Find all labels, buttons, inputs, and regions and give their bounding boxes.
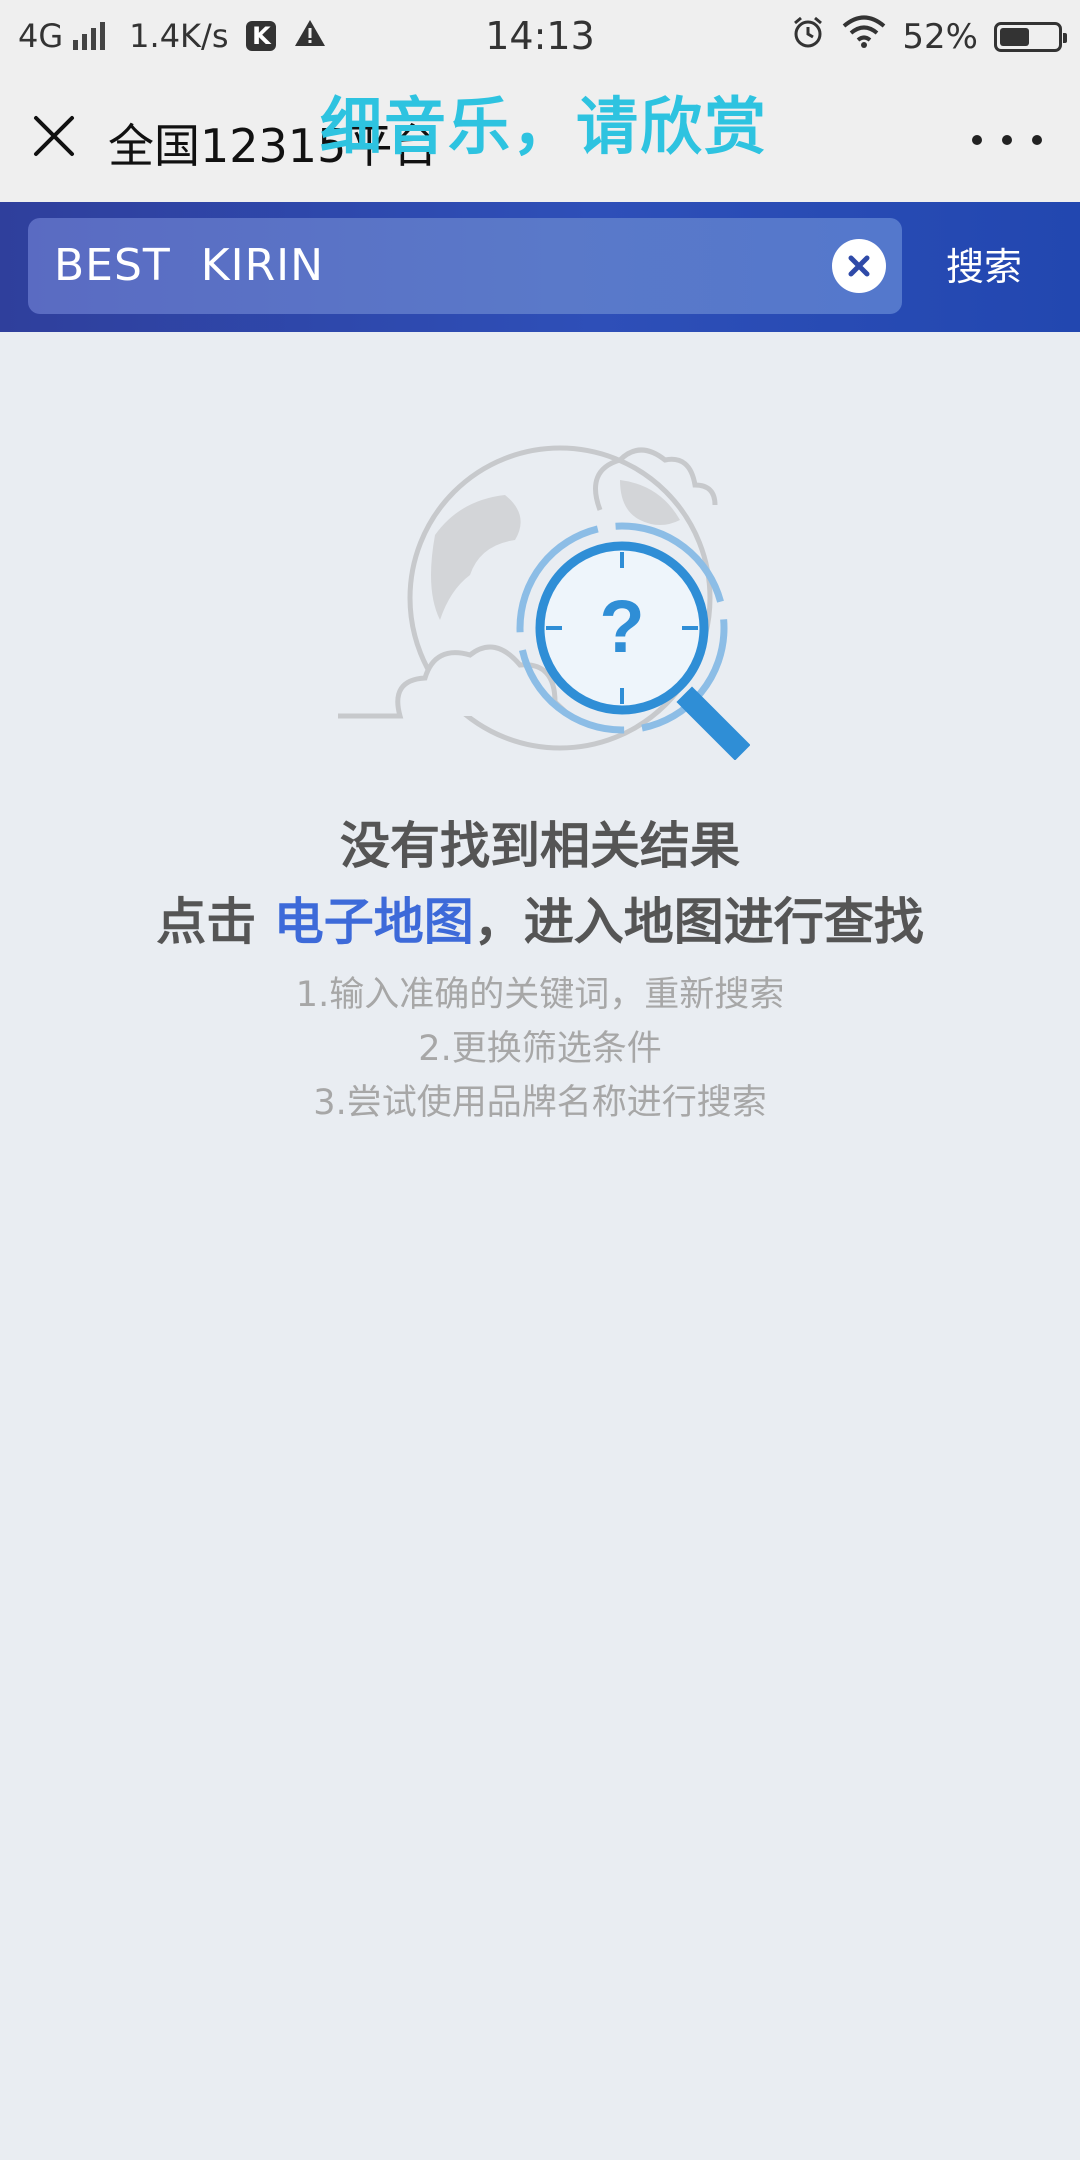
svg-text:?: ? <box>599 585 644 668</box>
empty-cta: 点击 电子地图，进入地图进行查找 <box>0 882 1080 954</box>
title-bar: 全国12315平台 细音乐，请欣赏 <box>0 72 1080 202</box>
status-right: 52% <box>790 14 1067 59</box>
search-button[interactable]: 搜索 <box>946 236 1022 291</box>
search-input[interactable]: BEST KIRIN <box>28 218 902 314</box>
search-header: BEST KIRIN 搜索 <box>0 202 1080 332</box>
status-bar: 4G 1.4K/s K 14:13 52% <box>0 0 1080 72</box>
alarm-icon <box>790 14 826 59</box>
tip-item: 1.输入准确的关键词，重新搜索 <box>295 975 785 1015</box>
battery-fill <box>1000 27 1030 46</box>
map-link[interactable]: 电子地图 <box>274 893 474 951</box>
empty-title: 没有找到相关结果 <box>340 817 740 875</box>
clear-icon[interactable] <box>832 239 886 293</box>
overlay-caption: 细音乐，请欣赏 <box>320 90 769 163</box>
more-icon[interactable] <box>972 130 1042 150</box>
cta-prefix: 点击 <box>156 893 274 951</box>
battery-percent: 52% <box>902 16 978 57</box>
cta-suffix: ，进入地图进行查找 <box>473 893 924 951</box>
battery-icon <box>994 21 1067 52</box>
close-icon[interactable] <box>24 106 84 166</box>
not-found-illustration: ? <box>330 440 751 761</box>
tip-item: 3.尝试使用品牌名称进行搜索 <box>313 1083 767 1123</box>
search-query[interactable]: BEST KIRIN <box>54 240 324 291</box>
tips-list: 1.输入准确的关键词，重新搜索 2.更换筛选条件 3.尝试使用品牌名称进行搜索 <box>0 968 1080 1130</box>
wifi-icon <box>842 15 886 58</box>
tip-item: 2.更换筛选条件 <box>418 1029 662 1069</box>
